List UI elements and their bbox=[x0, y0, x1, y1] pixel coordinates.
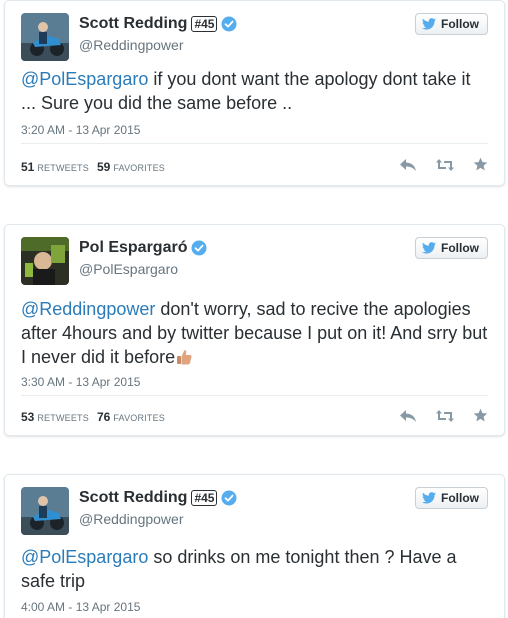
favorite-count[interactable]: 59 Favorites bbox=[97, 160, 165, 174]
timestamp[interactable]: 3:20 AM - 13 Apr 2015 bbox=[21, 123, 140, 137]
verified-badge-icon bbox=[221, 16, 237, 32]
user-handle[interactable]: @Reddingpower bbox=[79, 511, 184, 527]
star-icon[interactable] bbox=[473, 408, 488, 423]
user-handle[interactable]: @Reddingpower bbox=[79, 37, 184, 53]
follow-label: Follow bbox=[441, 241, 479, 255]
twitter-bird-icon bbox=[422, 492, 436, 504]
tweet-card: Scott Redding #45 @Reddingpower Follow @… bbox=[4, 474, 505, 618]
retweet-count[interactable]: 53 Retweets bbox=[21, 410, 89, 424]
verified-badge-icon bbox=[221, 490, 237, 506]
verified-badge-icon bbox=[191, 240, 207, 256]
timestamp[interactable]: 4:00 AM - 13 Apr 2015 bbox=[21, 600, 140, 614]
tweet-card: Pol Espargaró @PolEspargaro Follow @Redd… bbox=[4, 224, 505, 436]
tweet-stats: 51 Retweets 59 Favorites bbox=[21, 160, 165, 174]
name-badge: #45 bbox=[191, 490, 218, 506]
tweet-text: @PolEspargaro so drinks on me tonight th… bbox=[21, 545, 488, 593]
twitter-bird-icon bbox=[422, 242, 436, 254]
mention-link[interactable]: @PolEspargaro bbox=[21, 547, 148, 567]
avatar[interactable] bbox=[21, 237, 69, 285]
thumbs-up-emoji bbox=[177, 350, 192, 365]
tweet-text: @PolEspargaro if you dont want the apolo… bbox=[21, 67, 488, 115]
tweet-actions bbox=[399, 157, 488, 172]
display-name[interactable]: Pol Espargaró bbox=[79, 239, 207, 257]
reply-icon[interactable] bbox=[399, 409, 417, 423]
mention-link[interactable]: @Reddingpower bbox=[21, 299, 155, 319]
display-name[interactable]: Scott Redding #45 bbox=[79, 15, 237, 33]
divider bbox=[21, 395, 488, 396]
follow-label: Follow bbox=[441, 17, 479, 31]
tweet-stats: 53 Retweets 76 Favorites bbox=[21, 410, 165, 424]
retweet-icon[interactable] bbox=[435, 158, 455, 172]
avatar[interactable] bbox=[21, 13, 69, 61]
retweet-count[interactable]: 51 Retweets bbox=[21, 160, 89, 174]
timestamp[interactable]: 3:30 AM - 13 Apr 2015 bbox=[21, 375, 140, 389]
user-handle[interactable]: @PolEspargaro bbox=[79, 261, 178, 277]
follow-button[interactable]: Follow bbox=[415, 487, 488, 509]
star-icon[interactable] bbox=[473, 157, 488, 172]
follow-label: Follow bbox=[441, 491, 479, 505]
tweet-card: Scott Redding #45 @Reddingpower Follow @… bbox=[4, 0, 505, 186]
name-text: Scott Redding bbox=[79, 489, 188, 506]
retweet-icon[interactable] bbox=[435, 409, 455, 423]
tweet-text: @Reddingpower don't worry, sad to recive… bbox=[21, 297, 488, 369]
reply-icon[interactable] bbox=[399, 158, 417, 172]
mention-link[interactable]: @PolEspargaro bbox=[21, 69, 148, 89]
follow-button[interactable]: Follow bbox=[415, 13, 488, 35]
favorite-count[interactable]: 76 Favorites bbox=[97, 410, 165, 424]
display-name[interactable]: Scott Redding #45 bbox=[79, 489, 237, 507]
name-text: Pol Espargaró bbox=[79, 239, 188, 256]
tweet-actions bbox=[399, 408, 488, 423]
divider bbox=[21, 143, 488, 144]
name-badge: #45 bbox=[191, 16, 218, 32]
avatar[interactable] bbox=[21, 487, 69, 535]
follow-button[interactable]: Follow bbox=[415, 237, 488, 259]
name-text: Scott Redding bbox=[79, 15, 188, 32]
twitter-bird-icon bbox=[422, 18, 436, 30]
